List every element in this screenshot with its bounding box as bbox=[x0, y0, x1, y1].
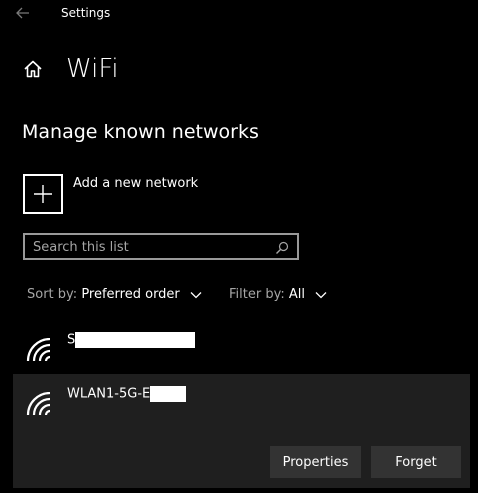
add-network-button[interactable] bbox=[23, 174, 63, 214]
wifi-icon bbox=[26, 337, 56, 364]
network-name: WLAN1-5G-E bbox=[67, 386, 187, 402]
filter-value: All bbox=[288, 287, 305, 302]
sort-label: Sort by: bbox=[27, 287, 78, 302]
search-input[interactable] bbox=[33, 238, 273, 256]
home-icon[interactable] bbox=[23, 59, 43, 79]
forget-button[interactable]: Forget bbox=[371, 446, 461, 478]
chevron-down-icon bbox=[190, 291, 202, 298]
filter-dropdown[interactable]: Filter by: All bbox=[229, 287, 327, 302]
network-name: S bbox=[67, 332, 196, 348]
chevron-down-icon bbox=[315, 291, 327, 298]
filter-label: Filter by: bbox=[229, 287, 285, 302]
network-list-item[interactable]: S bbox=[13, 322, 470, 372]
window-title: Settings bbox=[61, 6, 111, 20]
page-title: WiFi bbox=[66, 54, 119, 84]
sort-dropdown[interactable]: Sort by: Preferred order bbox=[27, 287, 202, 302]
title-bar: Settings bbox=[0, 0, 478, 30]
back-arrow-icon[interactable] bbox=[15, 5, 31, 21]
properties-button[interactable]: Properties bbox=[270, 446, 361, 478]
search-box[interactable] bbox=[23, 233, 299, 260]
redaction-bar bbox=[150, 386, 187, 402]
add-network-label[interactable]: Add a new network bbox=[73, 176, 198, 191]
sort-value: Preferred order bbox=[81, 287, 180, 302]
section-title: Manage known networks bbox=[22, 121, 259, 143]
redaction-bar bbox=[75, 332, 196, 348]
search-icon[interactable] bbox=[275, 240, 289, 254]
plus-icon bbox=[34, 185, 52, 203]
wifi-icon bbox=[26, 391, 56, 418]
network-list-item-selected[interactable]: WLAN1-5G-E Properties Forget bbox=[13, 374, 470, 488]
